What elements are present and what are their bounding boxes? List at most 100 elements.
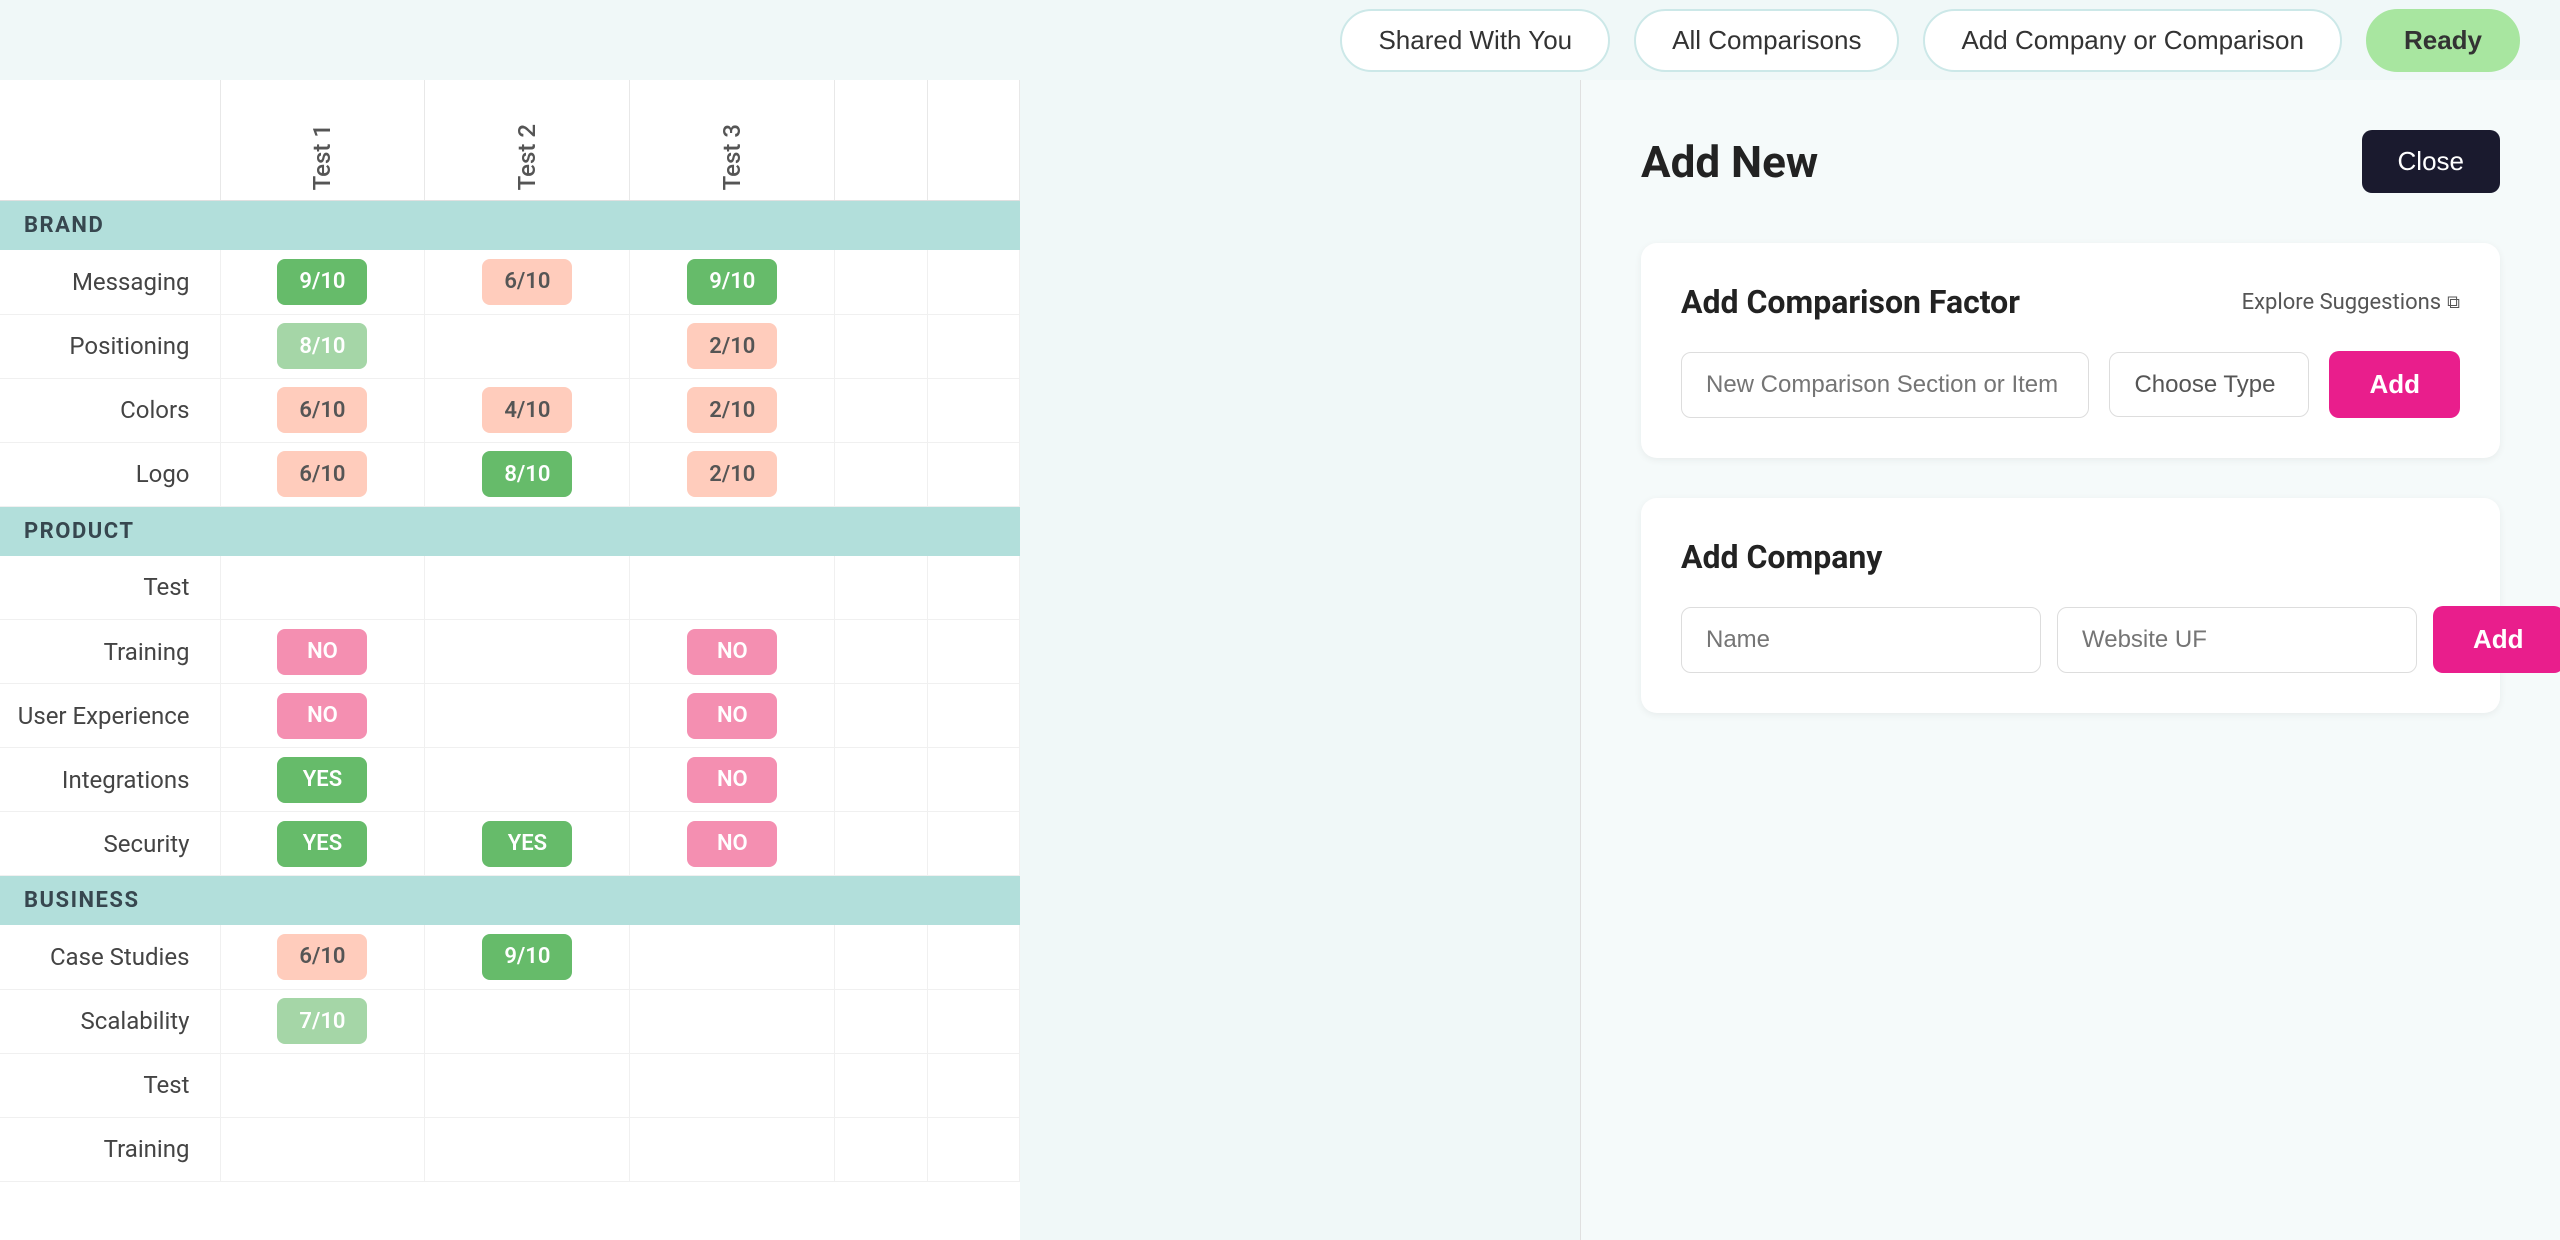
cell[interactable] — [927, 1117, 1019, 1181]
cell[interactable] — [927, 442, 1019, 506]
cell-value: 2/10 — [687, 451, 777, 497]
add-comparison-factor-button[interactable]: Add — [2329, 351, 2460, 418]
add-company-button-panel[interactable]: Add — [2433, 606, 2560, 673]
table-row: SecurityYESYESNO — [0, 812, 1020, 876]
cell[interactable]: 6/10 — [220, 378, 425, 442]
cell[interactable]: 9/10 — [220, 250, 425, 314]
cell-value: 2/10 — [687, 387, 777, 433]
cell[interactable] — [425, 748, 630, 812]
cell[interactable] — [927, 925, 1019, 989]
cell[interactable] — [927, 748, 1019, 812]
cell[interactable] — [425, 1117, 630, 1181]
cell-value: 6/10 — [277, 934, 367, 980]
cell[interactable]: YES — [220, 812, 425, 876]
cell[interactable]: 6/10 — [220, 442, 425, 506]
cell[interactable] — [927, 684, 1019, 748]
cell[interactable]: NO — [630, 748, 835, 812]
cell[interactable] — [927, 812, 1019, 876]
cell[interactable]: 9/10 — [630, 250, 835, 314]
cell-value: NO — [687, 693, 777, 739]
explore-suggestions-link[interactable]: Explore Suggestions — [2242, 290, 2460, 315]
cell[interactable] — [425, 989, 630, 1053]
cell[interactable]: NO — [630, 812, 835, 876]
cell[interactable] — [835, 556, 927, 620]
cell[interactable] — [630, 556, 835, 620]
row-label: Security — [0, 812, 220, 876]
cell-value: YES — [277, 821, 367, 867]
cell[interactable] — [927, 989, 1019, 1053]
cell[interactable] — [835, 378, 927, 442]
section-row: BRAND — [0, 201, 1020, 251]
cell[interactable] — [425, 684, 630, 748]
cell-value: 6/10 — [277, 387, 367, 433]
cell[interactable] — [835, 442, 927, 506]
website-input[interactable] — [2057, 607, 2417, 673]
cell[interactable]: YES — [220, 748, 425, 812]
cell[interactable]: 4/10 — [425, 378, 630, 442]
cell[interactable] — [835, 1117, 927, 1181]
cell[interactable] — [927, 250, 1019, 314]
cell[interactable] — [220, 556, 425, 620]
all-comparisons-button[interactable]: All Comparisons — [1634, 9, 1899, 72]
cell[interactable] — [835, 1053, 927, 1117]
cell[interactable]: 2/10 — [630, 314, 835, 378]
table-row: TrainingNONO — [0, 620, 1020, 684]
side-panel: Add New Close Add Comparison Factor Expl… — [1580, 80, 2560, 1240]
col-header-5 — [927, 80, 1019, 201]
add-company-button[interactable]: Add Company or Comparison — [1923, 9, 2342, 72]
cell[interactable]: 7/10 — [220, 989, 425, 1053]
cell[interactable]: 6/10 — [425, 250, 630, 314]
row-label: Messaging — [0, 250, 220, 314]
cell[interactable] — [630, 925, 835, 989]
ready-button[interactable]: Ready — [2366, 9, 2520, 72]
comparison-factor-header: Add Comparison Factor Explore Suggestion… — [1681, 283, 2460, 321]
cell[interactable]: 6/10 — [220, 925, 425, 989]
cell[interactable] — [927, 1053, 1019, 1117]
company-name-input[interactable] — [1681, 607, 2041, 673]
close-button[interactable]: Close — [2362, 130, 2500, 193]
cell[interactable]: 8/10 — [220, 314, 425, 378]
section-label: PRODUCT — [0, 506, 1020, 556]
cell[interactable] — [425, 314, 630, 378]
cell[interactable] — [927, 314, 1019, 378]
cell[interactable] — [630, 1053, 835, 1117]
cell[interactable] — [835, 925, 927, 989]
cell[interactable] — [835, 989, 927, 1053]
table-row: User ExperienceNONO — [0, 684, 1020, 748]
cell[interactable]: 2/10 — [630, 378, 835, 442]
comparison-factor-input[interactable] — [1681, 352, 2089, 418]
cell[interactable] — [927, 378, 1019, 442]
table-row: Colors6/104/102/10 — [0, 378, 1020, 442]
cell[interactable] — [835, 748, 927, 812]
cell[interactable] — [425, 1053, 630, 1117]
table-row: Logo6/108/102/10 — [0, 442, 1020, 506]
cell[interactable]: NO — [220, 684, 425, 748]
section-label: BRAND — [0, 201, 1020, 251]
cell[interactable]: 2/10 — [630, 442, 835, 506]
type-select[interactable]: Choose Type — [2109, 352, 2309, 417]
cell[interactable] — [927, 556, 1019, 620]
cell[interactable] — [630, 1117, 835, 1181]
cell[interactable]: NO — [220, 620, 425, 684]
cell[interactable] — [927, 620, 1019, 684]
cell[interactable] — [425, 556, 630, 620]
comparison-factor-title: Add Comparison Factor — [1681, 283, 2020, 321]
cell[interactable]: YES — [425, 812, 630, 876]
cell[interactable] — [630, 989, 835, 1053]
shared-with-you-button[interactable]: Shared With You — [1340, 9, 1610, 72]
section-row: BUSINESS — [0, 876, 1020, 926]
add-company-card: Add Company Add — [1641, 498, 2500, 713]
cell[interactable] — [835, 812, 927, 876]
cell[interactable]: NO — [630, 684, 835, 748]
cell[interactable] — [220, 1053, 425, 1117]
cell[interactable]: NO — [630, 620, 835, 684]
cell[interactable]: 9/10 — [425, 925, 630, 989]
cell[interactable] — [425, 620, 630, 684]
cell[interactable] — [835, 314, 927, 378]
cell[interactable] — [835, 684, 927, 748]
cell[interactable] — [835, 620, 927, 684]
table-row: Case Studies6/109/10 — [0, 925, 1020, 989]
cell[interactable] — [835, 250, 927, 314]
cell[interactable] — [220, 1117, 425, 1181]
cell[interactable]: 8/10 — [425, 442, 630, 506]
